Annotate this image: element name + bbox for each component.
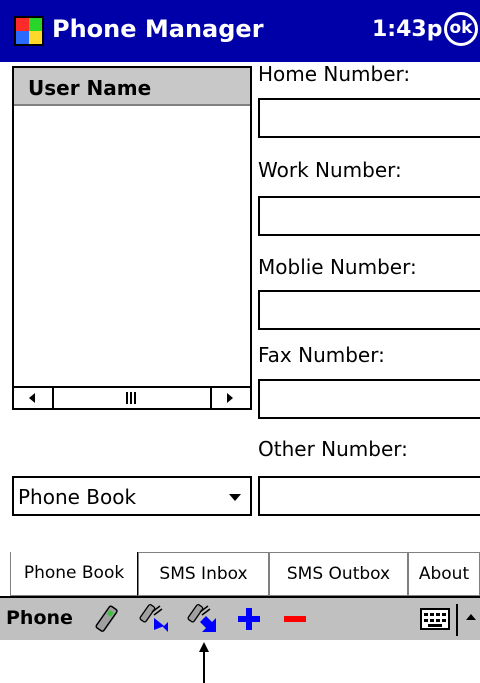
windows-start-icon[interactable] (14, 16, 44, 46)
other-number-label: Other Number: (258, 437, 408, 461)
remove-icon[interactable] (278, 602, 312, 636)
tab-phone-book[interactable]: Phone Book (10, 552, 138, 596)
add-icon[interactable] (232, 602, 266, 636)
tab-sms-outbox[interactable]: SMS Outbox (269, 552, 408, 596)
tab-strip: Phone Book SMS Inbox SMS Outbox About (10, 552, 480, 596)
scroll-grip-icon (124, 392, 138, 404)
scroll-left-button[interactable] (14, 388, 54, 408)
user-name-column-header[interactable]: User Name (14, 68, 250, 106)
phone-connect-icon[interactable] (90, 602, 124, 636)
work-number-input[interactable] (258, 196, 480, 236)
fax-number-label: Fax Number: (258, 343, 385, 367)
user-name-header-label: User Name (28, 76, 152, 100)
sip-separator (456, 604, 458, 636)
clock[interactable]: 1:43p (372, 17, 442, 42)
command-bar: Phone (0, 596, 480, 640)
tab-sms-inbox[interactable]: SMS Inbox (138, 552, 269, 596)
scroll-left-arrow-icon (29, 393, 35, 403)
phone-menu[interactable]: Phone (6, 607, 73, 629)
scroll-right-arrow-icon (227, 393, 233, 403)
phone-read-icon[interactable] (138, 602, 172, 636)
annotation-arrow-icon (199, 642, 209, 683)
mobile-number-input[interactable] (258, 290, 480, 330)
tab-about[interactable]: About (408, 552, 480, 596)
user-name-list[interactable]: User Name (12, 66, 252, 410)
dropdown-selected-value: Phone Book (18, 485, 137, 509)
fax-number-input[interactable] (258, 379, 480, 419)
ok-button[interactable]: ok (444, 12, 478, 46)
app-title: Phone Manager (52, 15, 264, 43)
home-number-label: Home Number: (258, 62, 411, 86)
horizontal-scrollbar[interactable] (14, 386, 250, 408)
mobile-number-label: Moblie Number: (258, 255, 417, 279)
title-bar: Phone Manager 1:43p ok (0, 0, 480, 62)
other-number-input[interactable] (258, 476, 480, 516)
home-number-input[interactable] (258, 98, 480, 138)
scroll-right-button[interactable] (210, 388, 250, 408)
sip-arrow-icon[interactable] (466, 614, 476, 620)
phone-book-dropdown[interactable]: Phone Book (12, 476, 252, 516)
phone-write-icon[interactable] (186, 602, 220, 636)
keyboard-icon[interactable] (420, 608, 450, 630)
work-number-label: Work Number: (258, 158, 402, 182)
scrollbar-thumb[interactable] (54, 388, 210, 408)
chevron-down-icon (229, 494, 241, 501)
